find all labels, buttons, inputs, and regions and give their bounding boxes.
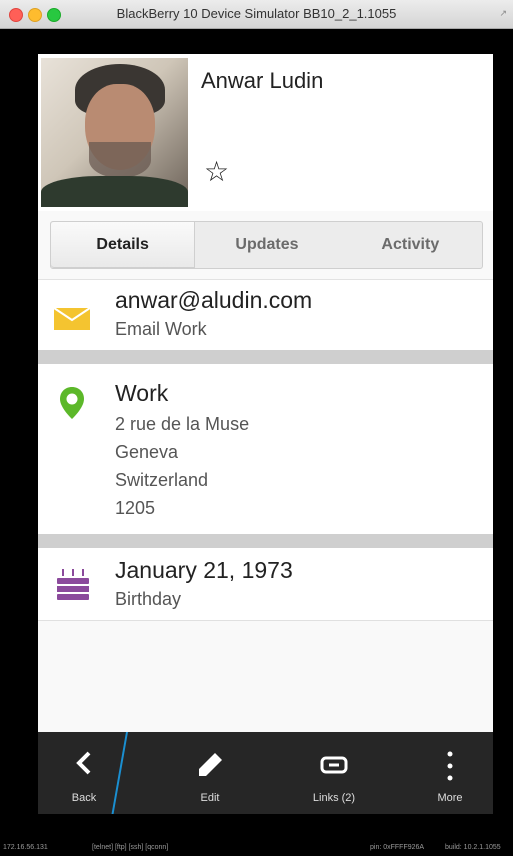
- address-city: Geneva: [115, 442, 179, 462]
- tab-details[interactable]: Details: [51, 222, 196, 268]
- back-label: Back: [71, 792, 97, 804]
- tab-bar: Details Updates Activity: [50, 221, 483, 269]
- section-separator: [38, 350, 493, 364]
- more-vertical-icon: [445, 750, 455, 787]
- email-row[interactable]: anwar@aludin.com Email Work: [38, 280, 493, 350]
- links-button[interactable]: Links (2): [284, 732, 384, 814]
- tab-activity[interactable]: Activity: [339, 222, 482, 268]
- email-type: Email Work: [115, 319, 207, 339]
- tab-updates[interactable]: Updates: [195, 222, 338, 268]
- birthday-cake-icon: [55, 566, 91, 607]
- ip-address: 172.16.56.131: [3, 844, 48, 851]
- envelope-icon: [53, 306, 91, 337]
- more-label: More: [437, 792, 463, 804]
- contact-header: Anwar Ludin ☆: [38, 54, 493, 211]
- birthday-date: January 21, 1973: [115, 557, 293, 583]
- contact-photo[interactable]: [41, 58, 188, 207]
- pencil-icon: [195, 750, 225, 785]
- link-icon: [319, 750, 349, 785]
- window-title: BlackBerry 10 Device Simulator BB10_2_1.…: [116, 6, 397, 21]
- contact-name: Anwar Ludin: [201, 68, 324, 93]
- location-pin-icon: [59, 386, 85, 425]
- address-country: Switzerland: [115, 470, 209, 490]
- divider: [38, 620, 493, 621]
- edit-label: Edit: [200, 792, 220, 804]
- build-number: build: 10.2.1.1055: [445, 844, 501, 851]
- address-street: 2 rue de la Muse: [115, 414, 250, 434]
- fullscreen-icon[interactable]: ↗: [499, 8, 507, 19]
- action-bar: Back Edit Links (2) More: [38, 732, 493, 814]
- email-address: anwar@aludin.com: [115, 287, 313, 313]
- back-arrow-icon: [74, 750, 94, 781]
- address-lines: 2 rue de la Muse Geneva Switzerland 1205: [115, 410, 249, 522]
- address-type: Work: [115, 380, 169, 406]
- section-separator: [38, 534, 493, 548]
- device-pin: pin: 0xFFFF926A: [370, 844, 425, 851]
- window-titlebar: BlackBerry 10 Device Simulator BB10_2_1.…: [0, 0, 513, 29]
- favorite-star-icon[interactable]: ☆: [204, 158, 229, 186]
- birthday-label: Birthday: [115, 589, 182, 609]
- service-links[interactable]: [telnet] [ftp] [ssh] [qconn]: [92, 844, 168, 851]
- more-button[interactable]: More: [410, 732, 490, 814]
- address-postal: 1205: [115, 498, 156, 518]
- back-button[interactable]: Back: [38, 732, 130, 814]
- simulator-status-bar: 172.16.56.131 [telnet] [ftp] [ssh] [qcon…: [0, 842, 513, 856]
- links-label: Links (2): [312, 792, 356, 804]
- device-screen: Anwar Ludin ☆ Details Updates Activity a…: [38, 54, 493, 732]
- edit-button[interactable]: Edit: [160, 732, 260, 814]
- address-row[interactable]: Work 2 rue de la Muse Geneva Switzerland…: [38, 364, 493, 534]
- birthday-row[interactable]: January 21, 1973 Birthday: [38, 548, 493, 620]
